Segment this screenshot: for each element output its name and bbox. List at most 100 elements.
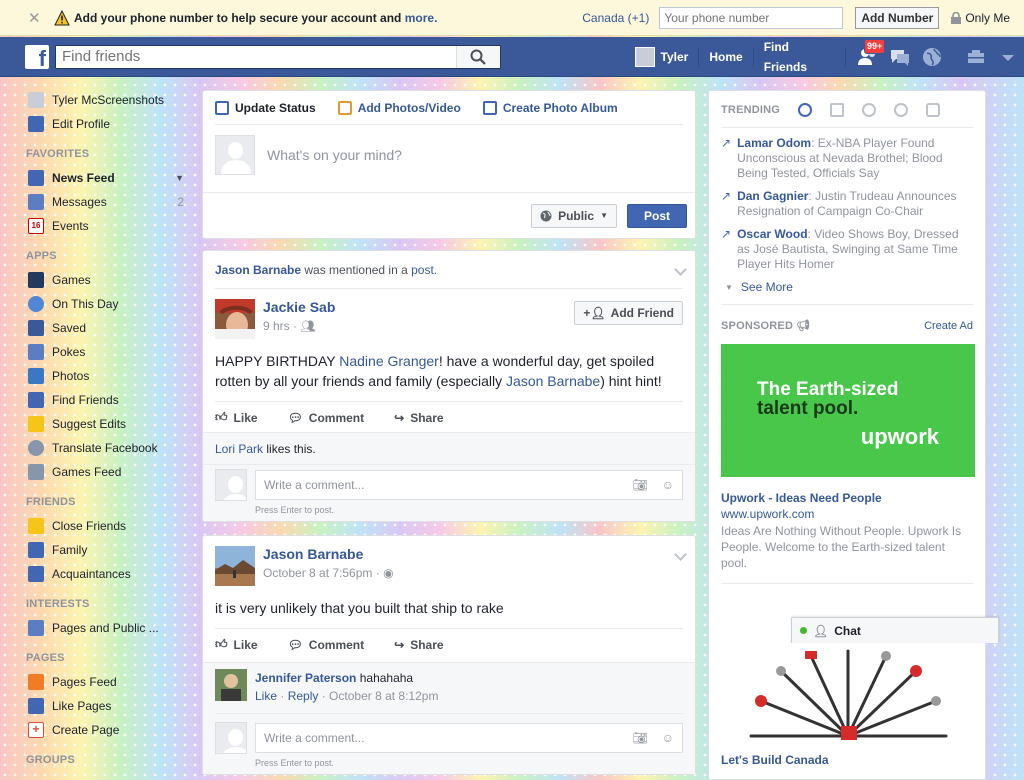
sidebar-item-translate[interactable]: Translate Facebook (22, 436, 192, 460)
avatar[interactable] (215, 669, 247, 701)
more-link[interactable]: more. (405, 11, 438, 25)
avatar[interactable] (215, 546, 255, 586)
upwork-logo: upwork (860, 424, 939, 449)
audience-selector[interactable]: Public ▼ (531, 203, 617, 228)
plus-icon: + (28, 722, 44, 738)
trending-top-icon[interactable] (798, 103, 813, 117)
tab-update-status[interactable]: Update Status (215, 100, 316, 115)
home-link[interactable]: Home (699, 46, 754, 67)
sidebar-item-pokes[interactable]: Pokes (22, 340, 192, 364)
close-icon[interactable]: ✕ (28, 9, 48, 27)
see-more-link[interactable]: ▼ See More (725, 280, 973, 294)
trending-item[interactable]: ↗ Lamar Odom: Ex-NBA Player Found Unconsc… (721, 136, 973, 181)
sidebar-item-games-feed[interactable]: Games Feed (22, 460, 192, 484)
settings-dropdown-icon[interactable] (996, 45, 1020, 69)
flag-icon (28, 674, 44, 690)
post-button[interactable]: Post (627, 203, 687, 228)
sidebar-item-edit-profile[interactable]: Edit Profile (22, 112, 192, 136)
phone-input[interactable] (659, 6, 844, 29)
emoji-icon[interactable]: ☺ (662, 731, 674, 745)
messages-icon[interactable] (888, 45, 912, 69)
acquaintances-icon (28, 566, 44, 582)
sports-icon[interactable] (894, 103, 909, 117)
sidebar-item-pages-feed[interactable]: Pages Feed (22, 670, 192, 694)
privacy-shortcuts-icon[interactable] (964, 45, 988, 69)
trending-item[interactable]: ↗ Oscar Wood: Video Shows Boy, Dressed as… (721, 227, 973, 272)
ad-title-link[interactable]: Upwork - Ideas Need People (721, 491, 973, 505)
sidebar-item-news-feed[interactable]: News Feed ▼ (22, 166, 192, 190)
commenter-link[interactable]: Jennifer Paterson (255, 671, 356, 685)
sidebar-item-family[interactable]: Family (22, 538, 192, 562)
sidebar-item-on-this-day[interactable]: On This Day (22, 292, 192, 316)
mention-link[interactable]: Jason Barnabe (506, 373, 600, 389)
dropdown-arrow-icon[interactable]: ▼ (175, 173, 184, 183)
add-friend-button[interactable]: +👤︎ Add Friend (574, 301, 683, 325)
feed-story: Jason Barnabe was mentioned in a post. J… (202, 250, 696, 522)
like-button[interactable]: 👍︎ Like (215, 637, 258, 652)
comment-button[interactable]: 💬︎ Comment (288, 638, 365, 652)
notifications-globe-icon[interactable] (920, 45, 944, 69)
friend-requests-icon[interactable]: 99+ (856, 38, 886, 69)
person-icon: 👤︎ (813, 623, 829, 638)
comment-like-link[interactable]: Like (255, 689, 277, 703)
ad-image-tools[interactable] (721, 641, 975, 761)
privacy-selector[interactable]: Only Me (951, 11, 1010, 25)
country-selector[interactable]: Canada (+1) (582, 11, 649, 25)
ad-image[interactable]: The Earth-sized talent pool. upwork (721, 344, 975, 477)
story-post-link[interactable]: post (411, 263, 434, 277)
entertainment-icon[interactable] (926, 103, 941, 117)
sidebar-item-create-page[interactable]: + Create Page (22, 718, 192, 742)
profile-link[interactable]: Tyler (625, 46, 700, 67)
post-author-link[interactable]: Jason Barnabe (263, 546, 394, 562)
sidebar-item-saved[interactable]: Saved (22, 316, 192, 340)
comment-button[interactable]: 💬︎ Comment (288, 411, 365, 425)
sidebar-item-close-friends[interactable]: Close Friends (22, 514, 192, 538)
camera-icon[interactable]: 📷︎ (633, 731, 648, 745)
search-button[interactable] (455, 45, 500, 68)
story-actor-link[interactable]: Jason Barnabe (215, 263, 301, 277)
facebook-logo-icon[interactable]: f (25, 44, 49, 69)
comment-input[interactable]: Write a comment... 📷︎ ☺ (255, 723, 683, 753)
status-input[interactable]: What's on your mind? (215, 135, 683, 175)
liker-link[interactable]: Lori Park (215, 442, 263, 456)
share-icon: ↪ (394, 410, 405, 425)
create-ad-link[interactable]: Create Ad (924, 320, 973, 332)
post-timestamp[interactable]: October 8 at 7:56pm · ◉ (263, 566, 394, 580)
comment-timestamp[interactable]: October 8 at 8:12pm (329, 689, 438, 703)
sidebar-item-events[interactable]: 16 Events (22, 214, 192, 238)
sidebar-item-profile[interactable]: Tyler McScreenshots (22, 88, 192, 112)
search-input[interactable] (55, 45, 456, 68)
post-timestamp[interactable]: 9 hrs · 👥︎ (263, 319, 335, 333)
pencil-icon (215, 100, 229, 115)
comment-input[interactable]: Write a comment... 📷︎ ☺ (255, 470, 683, 500)
add-number-button[interactable]: Add Number (855, 6, 940, 29)
sidebar-item-like-pages[interactable]: Like Pages (22, 694, 192, 718)
trending-item[interactable]: ↗ Dan Gagnier: Justin Trudeau Announces R… (721, 189, 973, 219)
share-button[interactable]: ↪ Share (394, 411, 443, 425)
chat-tab[interactable]: 👤︎ Chat (791, 617, 999, 643)
comment-reply-link[interactable]: Reply (288, 689, 319, 703)
sidebar-item-photos[interactable]: Photos (22, 364, 192, 388)
share-button[interactable]: ↪ Share (394, 638, 443, 652)
chevron-down-icon: ▼ (600, 211, 608, 220)
pages-header: PAGES (26, 652, 65, 664)
sidebar-item-acquaintances[interactable]: Acquaintances (22, 562, 192, 586)
science-icon[interactable] (862, 103, 877, 117)
post-author-link[interactable]: Jackie Sab (263, 299, 335, 315)
ad-url[interactable]: www.upwork.com (721, 507, 973, 521)
tab-add-photos[interactable]: Add Photos/Video (337, 100, 461, 115)
find-friends-link[interactable]: Find Friends (754, 40, 846, 74)
politics-icon[interactable] (830, 103, 845, 117)
avatar[interactable] (215, 299, 255, 339)
emoji-icon[interactable]: ☺ (662, 478, 674, 492)
ad2-title-link[interactable]: Let's Build Canada (721, 753, 829, 767)
sidebar-item-suggest-edits[interactable]: Suggest Edits (22, 412, 192, 436)
like-button[interactable]: 👍︎ Like (215, 410, 258, 425)
mention-link[interactable]: Nadine Granger (339, 353, 439, 369)
sidebar-item-find-friends[interactable]: Find Friends (22, 388, 192, 412)
sidebar-item-pages-public[interactable]: Pages and Public ... (22, 616, 192, 640)
camera-icon[interactable]: 📷︎ (633, 478, 648, 492)
tab-create-album[interactable]: Create Photo Album (482, 100, 618, 115)
sidebar-item-messages[interactable]: Messages 2 (22, 190, 192, 214)
sidebar-item-games[interactable]: Games (22, 268, 192, 292)
